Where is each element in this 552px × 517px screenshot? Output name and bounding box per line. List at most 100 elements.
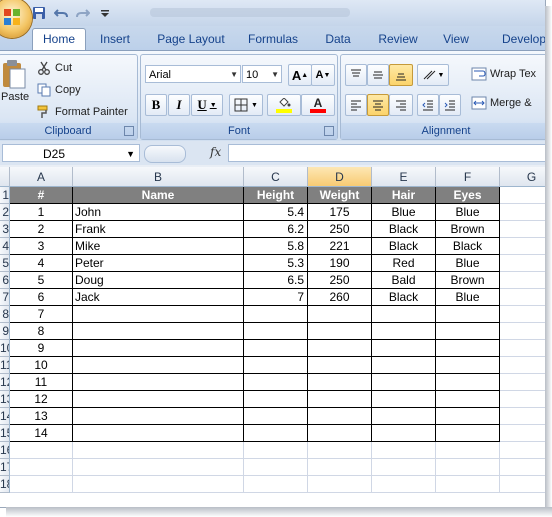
row-header[interactable]: 3 [0, 221, 10, 238]
font-size-select[interactable]: 10 ▼ [242, 65, 282, 83]
table-cell[interactable]: 1 [10, 204, 73, 221]
empty-cell[interactable] [500, 459, 545, 476]
empty-cell[interactable] [500, 442, 545, 459]
table-cell[interactable]: Brown [436, 272, 500, 289]
empty-cell[interactable] [244, 476, 308, 493]
decrease-indent-button[interactable] [417, 94, 439, 116]
table-cell[interactable]: 9 [10, 340, 73, 357]
insert-function-button[interactable]: fx [210, 145, 221, 159]
table-cell[interactable] [436, 306, 500, 323]
empty-cell[interactable] [500, 476, 545, 493]
table-cell[interactable]: 2 [10, 221, 73, 238]
table-cell[interactable] [244, 357, 308, 374]
table-cell[interactable]: 250 [308, 221, 372, 238]
empty-cell[interactable] [244, 459, 308, 476]
tab-page-layout[interactable]: Page Layout [152, 29, 230, 50]
table-cell[interactable] [308, 408, 372, 425]
table-cell[interactable]: Jack [73, 289, 244, 306]
table-cell[interactable] [308, 374, 372, 391]
table-cell[interactable] [436, 425, 500, 442]
table-cell[interactable] [308, 357, 372, 374]
table-cell[interactable] [436, 408, 500, 425]
table-cell[interactable] [308, 306, 372, 323]
table-cell[interactable]: 5 [10, 272, 73, 289]
table-cell[interactable] [73, 408, 244, 425]
table-cell[interactable] [244, 306, 308, 323]
borders-button[interactable]: ▼ [229, 94, 263, 116]
align-bottom-button[interactable] [389, 64, 413, 86]
table-cell[interactable]: 8 [10, 323, 73, 340]
tab-developer[interactable]: Develop [494, 29, 545, 50]
table-cell[interactable] [73, 391, 244, 408]
empty-cell[interactable] [436, 442, 500, 459]
row-header[interactable]: 2 [0, 204, 10, 221]
table-cell[interactable]: Blue [372, 204, 436, 221]
table-cell[interactable]: 5.4 [244, 204, 308, 221]
save-icon[interactable] [30, 4, 48, 22]
row-header[interactable]: 13 [0, 391, 10, 408]
empty-cell[interactable] [308, 459, 372, 476]
table-cell[interactable]: 11 [10, 374, 73, 391]
column-header-a[interactable]: A [10, 167, 73, 187]
table-cell[interactable] [308, 391, 372, 408]
table-cell[interactable]: Blue [436, 289, 500, 306]
table-cell[interactable]: 12 [10, 391, 73, 408]
table-cell[interactable]: Black [372, 221, 436, 238]
table-cell[interactable]: Bald [372, 272, 436, 289]
empty-cell[interactable] [436, 459, 500, 476]
table-header-cell[interactable]: Name [73, 187, 244, 204]
table-cell[interactable]: 190 [308, 255, 372, 272]
empty-cell[interactable] [10, 476, 73, 493]
clipboard-launcher-icon[interactable] [124, 126, 134, 136]
table-cell[interactable] [372, 340, 436, 357]
table-cell[interactable]: 260 [308, 289, 372, 306]
copy-button[interactable]: Copy [37, 83, 81, 97]
fill-color-button[interactable] [267, 94, 301, 116]
table-cell[interactable] [372, 374, 436, 391]
table-cell[interactable] [372, 408, 436, 425]
formula-input[interactable] [228, 144, 545, 162]
table-cell[interactable]: Frank [73, 221, 244, 238]
undo-icon[interactable] [52, 4, 70, 22]
grow-font-button[interactable]: A ▲ [288, 64, 312, 86]
table-header-cell[interactable]: Height [244, 187, 308, 204]
table-cell[interactable] [372, 425, 436, 442]
table-cell[interactable]: Black [436, 238, 500, 255]
table-cell[interactable] [73, 425, 244, 442]
orientation-button[interactable]: ▼ [417, 64, 449, 86]
table-cell[interactable]: 14 [10, 425, 73, 442]
empty-cell[interactable] [308, 476, 372, 493]
formula-bar-expander[interactable] [144, 145, 186, 163]
empty-cell[interactable] [308, 442, 372, 459]
empty-cell[interactable] [372, 476, 436, 493]
table-cell[interactable] [244, 391, 308, 408]
empty-cell[interactable] [500, 221, 545, 238]
tab-formulas[interactable]: Formulas [244, 29, 302, 50]
empty-cell[interactable] [500, 323, 545, 340]
row-header[interactable]: 12 [0, 374, 10, 391]
row-header[interactable]: 15 [0, 425, 10, 442]
italic-button[interactable]: I [168, 94, 190, 116]
align-center-button[interactable] [367, 94, 389, 116]
empty-cell[interactable] [73, 476, 244, 493]
row-header[interactable]: 16 [0, 442, 10, 459]
empty-cell[interactable] [73, 459, 244, 476]
empty-cell[interactable] [10, 459, 73, 476]
row-header[interactable]: 1 [0, 187, 10, 204]
underline-button[interactable]: U ▼ [191, 94, 223, 116]
empty-cell[interactable] [500, 187, 545, 204]
empty-cell[interactable] [10, 442, 73, 459]
table-cell[interactable]: Brown [436, 221, 500, 238]
table-cell[interactable]: 7 [244, 289, 308, 306]
table-cell[interactable] [372, 323, 436, 340]
table-cell[interactable]: John [73, 204, 244, 221]
table-cell[interactable]: Blue [436, 255, 500, 272]
empty-cell[interactable] [73, 442, 244, 459]
empty-cell[interactable] [372, 442, 436, 459]
row-header[interactable]: 10 [0, 340, 10, 357]
empty-cell[interactable] [500, 255, 545, 272]
table-cell[interactable]: 250 [308, 272, 372, 289]
table-header-cell[interactable]: Hair [372, 187, 436, 204]
empty-cell[interactable] [500, 204, 545, 221]
empty-cell[interactable] [372, 459, 436, 476]
